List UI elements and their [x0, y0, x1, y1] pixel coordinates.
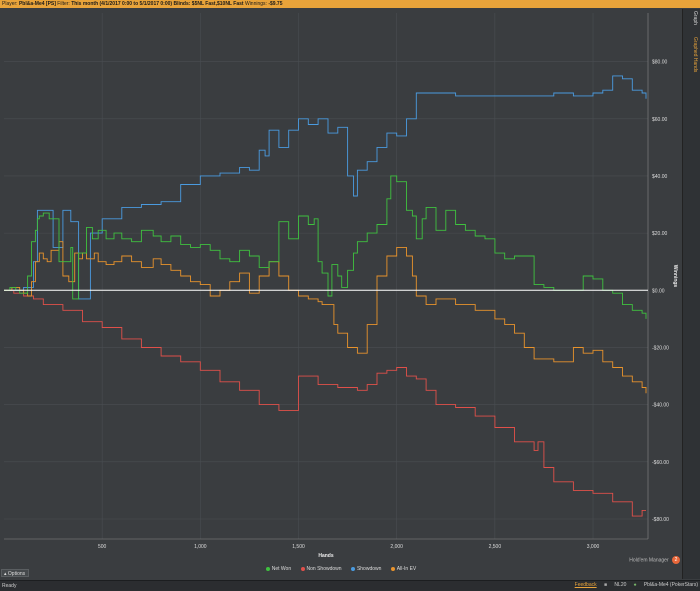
y-tick-label: -$80.00: [652, 517, 669, 523]
chevron-up-icon: ▴: [4, 571, 7, 577]
y-tick-label: -$20.00: [652, 345, 669, 351]
options-button[interactable]: ▴ Options: [1, 569, 29, 577]
stake-label[interactable]: NL20: [614, 582, 626, 588]
net-won-swatch: [265, 566, 270, 571]
side-tab-strip: Graph Graphed Hands: [682, 9, 700, 579]
legend-label: Net Won: [271, 566, 292, 572]
options-bar: ▴ Options: [0, 569, 30, 577]
status-ready: Ready: [2, 583, 17, 589]
x-tick-label: 1,000: [194, 544, 207, 550]
stake-icon: ■: [604, 582, 608, 588]
x-tick-label: 2,000: [390, 544, 403, 550]
x-tick-label: 500: [98, 544, 107, 550]
tab-graph[interactable]: Graph: [692, 11, 698, 25]
filter-value[interactable]: This month (4/1/2017 0:00 to 5/1/2017 0:…: [71, 1, 243, 7]
legend-label: Showdown: [356, 566, 382, 572]
graph-svg: $80.00 $60.00 $40.00 $20.00 $0.00 -$20.00 -$40…: [4, 13, 678, 559]
chart-legend: Net Won Non Showdown Showdown All-In EV: [0, 566, 682, 576]
header-bar: Player: Pbl&a-Me4 [PS] Filter: This mont…: [0, 0, 700, 8]
y-tick-label: $80.00: [652, 60, 668, 66]
winnings-graph: $80.00 $60.00 $40.00 $20.00 $0.00 -$20.00 -$40…: [0, 9, 682, 559]
y-axis-label: Winnings: [672, 265, 678, 288]
x-tick-label: 1,500: [292, 544, 305, 550]
account-label[interactable]: Pbl&a-Me4 (PokerStars): [644, 582, 698, 588]
legend-label: All-In EV: [396, 566, 417, 572]
legend-label: Non Showdown: [306, 566, 342, 572]
branding-name: Hold'em Manager: [629, 557, 669, 564]
winnings-value: -$9.75: [268, 1, 283, 7]
options-label: Options: [7, 571, 26, 577]
y-tick-label: $0.00: [652, 288, 665, 294]
legend-item-showdown[interactable]: Showdown: [350, 566, 382, 572]
hem-branding: Hold'em Manager 2: [600, 556, 680, 566]
x-tick-label: 2,500: [489, 544, 502, 550]
plot-background: [4, 13, 648, 539]
legend-item-net-won[interactable]: Net Won: [265, 566, 292, 572]
legend-item-non-showdown[interactable]: Non Showdown: [300, 566, 342, 572]
winnings-label: Winnings:: [244, 1, 267, 7]
y-tick-label: $20.00: [652, 231, 668, 237]
status-bar: Ready Feedback ■ NL20 ♠ Pbl&a-Me4 (Poker…: [0, 580, 700, 591]
y-tick-label: $40.00: [652, 174, 668, 180]
status-right-group: Feedback ■ NL20 ♠ Pbl&a-Me4 (PokerStars): [569, 582, 698, 588]
filter-summary: Player: Pbl&a-Me4 [PS] Filter: This mont…: [2, 0, 283, 8]
showdown-swatch: [350, 566, 355, 571]
y-tick-label: -$40.00: [652, 403, 669, 409]
poker-site-icon: ♠: [633, 582, 637, 588]
filter-label: Filter:: [57, 1, 70, 7]
player-label: Player:: [2, 1, 18, 7]
tab-graphed-hands[interactable]: Graphed Hands: [692, 37, 698, 72]
non-showdown-swatch: [300, 566, 305, 571]
player-value[interactable]: Pbl&a-Me4 [PS]: [19, 1, 56, 7]
feedback-link[interactable]: Feedback: [575, 582, 597, 588]
x-tick-label: 3,000: [587, 544, 600, 550]
x-axis-label: Hands: [318, 553, 334, 559]
y-tick-label: -$60.00: [652, 460, 669, 466]
y-tick-label: $60.00: [652, 117, 668, 123]
hem-logo-icon: 2: [672, 556, 680, 564]
allin-ev-swatch: [390, 566, 395, 571]
legend-item-allin-ev[interactable]: All-In EV: [390, 566, 417, 572]
